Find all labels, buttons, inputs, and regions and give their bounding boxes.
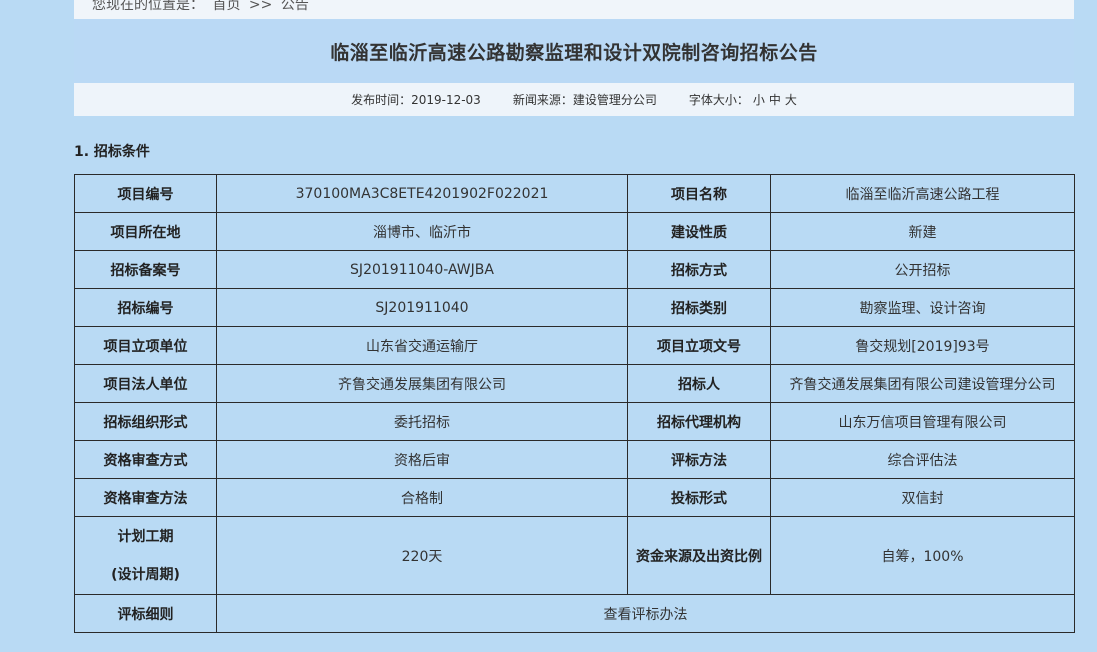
table-value-cell: 公开招标 xyxy=(770,250,1075,289)
table-value-cell: 淄博市、临沂市 xyxy=(216,212,628,251)
font-size-control: 字体大小： 小中大 xyxy=(689,91,797,108)
table-value-cell: 新建 xyxy=(770,212,1075,251)
table-value-cell: SJ201911040 xyxy=(216,288,628,327)
publish-time-value: 2019-12-03 xyxy=(411,93,481,107)
view-evaluation-rules-link[interactable]: 查看评标办法 xyxy=(216,594,1075,633)
table-label-cell: 计划工期 (设计周期) xyxy=(74,516,217,595)
breadcrumb-prefix: 您现在的位置是： xyxy=(92,0,204,13)
table-label-cell: 招标代理机构 xyxy=(627,402,771,441)
table-label-cell: 项目名称 xyxy=(627,174,771,213)
breadcrumb-separator: >> xyxy=(248,0,273,13)
table-row: 项目立项单位 山东省交通运输厅 项目立项文号 鲁交规划[2019]93号 xyxy=(74,326,1075,365)
period-value: 220天 xyxy=(216,516,628,595)
table-row: 招标备案号 SJ201911040-AWJBA 招标方式 公开招标 xyxy=(74,250,1075,289)
breadcrumb: 您现在的位置是： 首页 >> 公告 xyxy=(74,0,1074,19)
table-label-cell: 评标方法 xyxy=(627,440,771,479)
funding-value: 自筹，100% xyxy=(770,516,1075,595)
rules-label: 评标细则 xyxy=(74,594,217,633)
table-label-cell: 招标编号 xyxy=(74,288,217,327)
font-size-small-button[interactable]: 小 xyxy=(753,93,765,107)
section-heading-bid-conditions: 1. 招标条件 xyxy=(74,144,150,160)
table-label-cell: 项目所在地 xyxy=(74,212,217,251)
table-value-cell: 370100MA3C8ETE4201902F022021 xyxy=(216,174,628,213)
table-value-cell: 山东万信项目管理有限公司 xyxy=(770,402,1075,441)
table-value-cell: SJ201911040-AWJBA xyxy=(216,250,628,289)
news-source-label: 新闻来源： xyxy=(512,93,573,107)
table-label-cell: 资格审查方式 xyxy=(74,440,217,479)
table-label-cell: 项目立项单位 xyxy=(74,326,217,365)
table-label-cell: 项目法人单位 xyxy=(74,364,217,403)
table-value-cell: 资格后审 xyxy=(216,440,628,479)
breadcrumb-home-link[interactable]: 首页 xyxy=(212,0,240,13)
table-label-cell: 建设性质 xyxy=(627,212,771,251)
table-row: 评标细则 查看评标办法 xyxy=(74,594,1075,633)
publish-time: 发布时间：2019-12-03 xyxy=(351,91,481,108)
news-source: 新闻来源：建设管理分公司 xyxy=(513,91,657,108)
table-value-cell: 齐鲁交通发展集团有限公司建设管理分公司 xyxy=(770,364,1075,403)
publish-time-label: 发布时间： xyxy=(351,93,412,107)
table-label-cell: 招标类别 xyxy=(627,288,771,327)
table-row: 招标编号 SJ201911040 招标类别 勘察监理、设计咨询 xyxy=(74,288,1075,327)
table-label-cell: 招标方式 xyxy=(627,250,771,289)
table-value-cell: 双信封 xyxy=(770,478,1075,517)
table-label-cell: 项目编号 xyxy=(74,174,217,213)
table-row: 计划工期 (设计周期) 220天 资金来源及出资比例 自筹，100% xyxy=(74,516,1075,595)
table-value-cell: 合格制 xyxy=(216,478,628,517)
table-label-cell: 招标备案号 xyxy=(74,250,217,289)
table-value-cell: 勘察监理、设计咨询 xyxy=(770,288,1075,327)
news-source-value: 建设管理分公司 xyxy=(572,93,657,107)
breadcrumb-current[interactable]: 公告 xyxy=(281,0,309,13)
period-label-line2: (设计周期) xyxy=(111,566,180,583)
page-title: 临淄至临沂高速公路勘察监理和设计双院制咨询招标公告 xyxy=(330,42,818,64)
period-label-line1: 计划工期 xyxy=(117,528,174,545)
funding-label: 资金来源及出资比例 xyxy=(627,516,771,595)
table-row: 项目所在地 淄博市、临沂市 建设性质 新建 xyxy=(74,212,1075,251)
table-label-cell: 投标形式 xyxy=(627,478,771,517)
table-row: 资格审查方法 合格制 投标形式 双信封 xyxy=(74,478,1075,517)
table-row: 招标组织形式 委托招标 招标代理机构 山东万信项目管理有限公司 xyxy=(74,402,1075,441)
font-size-large-button[interactable]: 大 xyxy=(785,93,797,107)
table-label-cell: 招标人 xyxy=(627,364,771,403)
table-value-cell: 临淄至临沂高速公路工程 xyxy=(770,174,1075,213)
table-value-cell: 委托招标 xyxy=(216,402,628,441)
table-row: 项目编号 370100MA3C8ETE4201902F022021 项目名称 临淄至临… xyxy=(74,174,1075,213)
table-value-cell: 鲁交规划[2019]93号 xyxy=(770,326,1075,365)
bid-conditions-table: 项目编号 370100MA3C8ETE4201902F022021 项目名称 临淄至临… xyxy=(74,174,1075,633)
table-label-cell: 项目立项文号 xyxy=(627,326,771,365)
table-value-cell: 齐鲁交通发展集团有限公司 xyxy=(216,364,628,403)
font-size-label: 字体大小： xyxy=(688,93,749,107)
table-value-cell: 综合评估法 xyxy=(770,440,1075,479)
table-value-cell: 山东省交通运输厅 xyxy=(216,326,628,365)
table-row: 项目法人单位 齐鲁交通发展集团有限公司 招标人 齐鲁交通发展集团有限公司建设管理分公司 xyxy=(74,364,1075,403)
table-label-cell: 招标组织形式 xyxy=(74,402,217,441)
table-label-cell: 资格审查方法 xyxy=(74,478,217,517)
title-area: 临淄至临沂高速公路勘察监理和设计双院制咨询招标公告 xyxy=(74,19,1074,83)
article-meta-bar: 发布时间：2019-12-03 新闻来源：建设管理分公司 字体大小： 小中大 xyxy=(74,83,1074,116)
table-row: 资格审查方式 资格后审 评标方法 综合评估法 xyxy=(74,440,1075,479)
font-size-medium-button[interactable]: 中 xyxy=(769,93,781,107)
